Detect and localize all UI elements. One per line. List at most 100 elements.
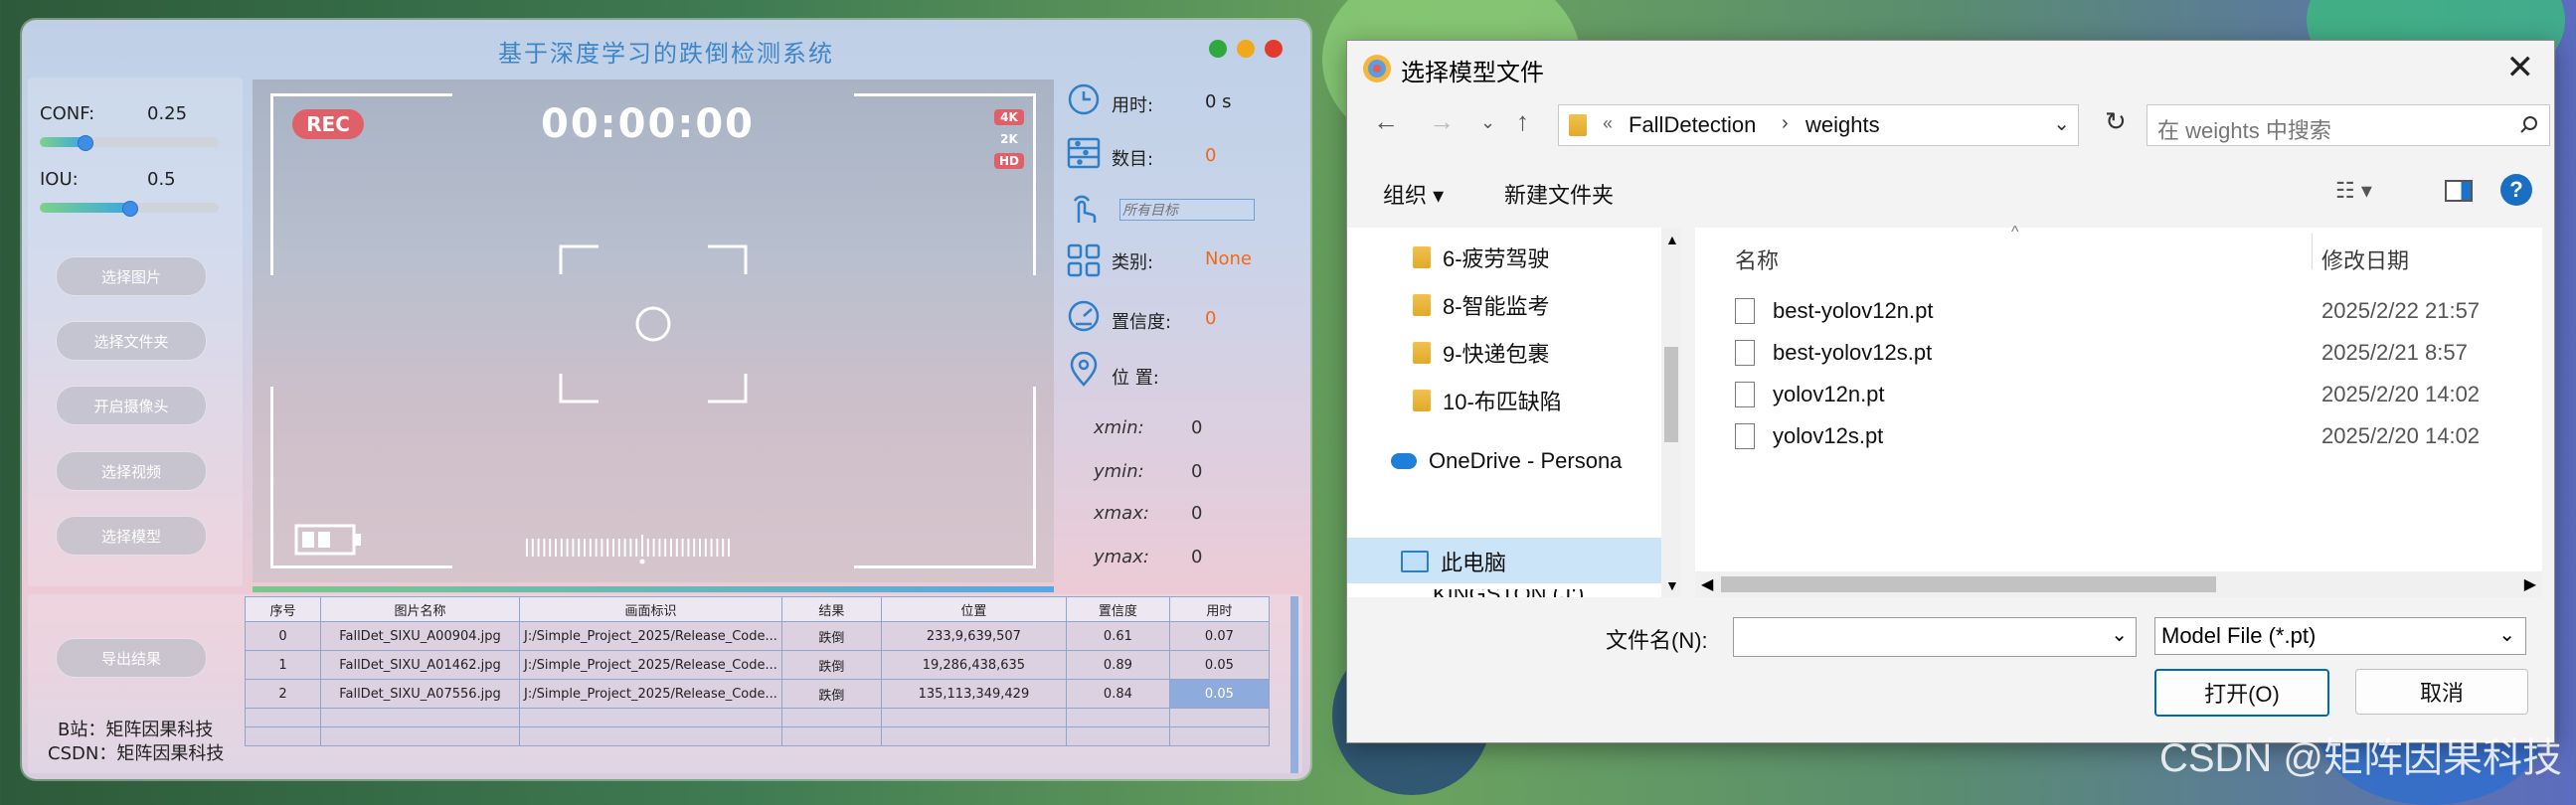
- breadcrumb-falldetection[interactable]: FallDetection: [1629, 112, 1756, 138]
- column-header-date[interactable]: 修改日期: [2321, 243, 2409, 275]
- category-icon: [1067, 243, 1101, 277]
- nav-item-label: 此电脑: [1441, 551, 1507, 575]
- table-cell: FallDet_SIXU_A00904.jpg: [320, 621, 520, 651]
- table-cell: 跌倒: [780, 679, 882, 709]
- xmax-value: 0: [1191, 503, 1203, 524]
- select-folder-button[interactable]: 选择文件夹: [56, 321, 207, 361]
- viewport-progress-bar: [253, 586, 1054, 592]
- xmin-label: xmin:: [1094, 417, 1144, 438]
- nav-item-onedrive[interactable]: OneDrive - Persona: [1391, 448, 1622, 474]
- search-icon: [2520, 116, 2537, 133]
- view-options-icon[interactable]: ☷ ▾: [2335, 178, 2372, 204]
- hscroll-thumb[interactable]: [1721, 576, 2216, 592]
- hscroll-track[interactable]: ◀ ▶: [1695, 571, 2542, 597]
- table-cell: J:/Simple_Project_2025/Release_Code...: [519, 650, 782, 680]
- cancel-button[interactable]: 取消: [2355, 669, 2528, 715]
- nav-item-folder[interactable]: 10-布匹缺陷: [1413, 385, 1562, 416]
- conf-slider[interactable]: [40, 135, 219, 151]
- table-cell: [880, 708, 1067, 727]
- table-row[interactable]: 1 FallDet_SIXU_A01462.jpg J:/Simple_Projec…: [245, 650, 1270, 680]
- table-header-cell[interactable]: 位置: [880, 596, 1067, 622]
- target-select[interactable]: [1119, 199, 1255, 221]
- hscroll-right-icon[interactable]: ▶: [2524, 574, 2536, 594]
- filename-input[interactable]: ⌄: [1733, 617, 2137, 657]
- table-cell: [1065, 726, 1170, 746]
- nav-scroll-up-icon[interactable]: ▲: [1665, 232, 1679, 247]
- dialog-close-icon[interactable]: ✕: [2506, 51, 2535, 84]
- table-header-cell[interactable]: 置信度: [1065, 596, 1170, 622]
- table-cell: 1: [245, 650, 321, 680]
- file-row[interactable]: best-yolov12n.pt 2025/2/22 21:57: [1735, 293, 2510, 329]
- new-folder-button[interactable]: 新建文件夹: [1504, 178, 1614, 210]
- close-button[interactable]: [1265, 40, 1283, 58]
- iou-slider-fill: [40, 203, 129, 213]
- table-header-cell[interactable]: 用时: [1168, 596, 1270, 622]
- table-header-cell[interactable]: 画面标识: [519, 596, 782, 622]
- open-camera-button[interactable]: 开启摄像头: [56, 386, 207, 425]
- res-badge-hd: HD: [994, 153, 1024, 169]
- address-bar[interactable]: « FallDetection › weights ⌄: [1558, 104, 2079, 146]
- select-video-button[interactable]: 选择视频: [56, 451, 207, 491]
- nav-item-folder[interactable]: 6-疲劳驾驶: [1413, 242, 1550, 273]
- table-cell: 2: [245, 679, 321, 709]
- maximize-button[interactable]: [1237, 40, 1255, 58]
- select-model-button[interactable]: 选择模型: [56, 516, 207, 556]
- record-timer: 00:00:00: [541, 101, 755, 147]
- results-table: 序号 图片名称 画面标识 结果 位置 置信度 用时 0 FallDet_SIXU_A00904…: [245, 596, 1270, 746]
- breadcrumb-weights[interactable]: weights: [1805, 112, 1880, 138]
- file-row[interactable]: yolov12s.pt 2025/2/20 14:02: [1735, 418, 2510, 454]
- nav-item-folder[interactable]: 8-智能监考: [1413, 289, 1550, 321]
- nav-item-this-pc[interactable]: 此电脑: [1401, 546, 1506, 577]
- open-button[interactable]: 打开(O): [2154, 669, 2329, 717]
- nav-item-label: 10-布匹缺陷: [1443, 390, 1562, 414]
- table-header-cell[interactable]: 序号: [245, 596, 321, 622]
- nav-scroll-down-icon[interactable]: ▼: [1665, 577, 1679, 593]
- minimize-button[interactable]: [1209, 40, 1227, 58]
- export-results-button[interactable]: 导出结果: [56, 638, 207, 678]
- file-icon: [1735, 382, 1755, 407]
- table-cell: J:/Simple_Project_2025/Release_Code...: [519, 621, 782, 651]
- breadcrumb-overflow[interactable]: «: [1603, 113, 1613, 134]
- help-icon[interactable]: ?: [2500, 174, 2532, 206]
- up-arrow-icon[interactable]: ↑: [1516, 106, 1529, 137]
- nav-scrollbar[interactable]: ▲ ▼: [1661, 228, 1681, 597]
- forward-arrow-icon[interactable]: →: [1429, 106, 1455, 137]
- table-cell: [519, 708, 782, 727]
- nav-item-label: 6-疲劳驾驶: [1443, 246, 1550, 271]
- file-type-filter[interactable]: Model File (*.pt) ⌄: [2154, 617, 2526, 655]
- hscroll-left-icon[interactable]: ◀: [1701, 574, 1713, 594]
- nav-scroll-thumb[interactable]: [1664, 347, 1678, 442]
- table-header-cell[interactable]: 图片名称: [320, 596, 520, 622]
- gauge-icon: [1068, 300, 1100, 332]
- back-arrow-icon[interactable]: ←: [1373, 106, 1399, 137]
- table-scrollbar[interactable]: [1290, 596, 1298, 773]
- position-label: 位 置:: [1112, 368, 1159, 389]
- table-row[interactable]: 2 FallDet_SIXU_A07556.jpg J:/Simple_Projec…: [245, 679, 1270, 709]
- column-header-name[interactable]: 名称: [1735, 243, 1779, 275]
- table-row[interactable]: [245, 726, 1270, 746]
- iou-slider-handle[interactable]: [122, 201, 138, 217]
- nav-item-kingston[interactable]: KINGSTON (J:): [1433, 589, 1584, 597]
- organize-menu[interactable]: 组织 ▾: [1383, 178, 1444, 210]
- table-header-cell[interactable]: 结果: [780, 596, 882, 622]
- table-row[interactable]: 0 FallDet_SIXU_A00904.jpg J:/Simple_Projec…: [245, 621, 1270, 651]
- preview-pane-icon[interactable]: [2445, 180, 2473, 202]
- app-title: 基于深度学习的跌倒检测系统: [498, 40, 834, 68]
- select-image-button[interactable]: 选择图片: [56, 256, 207, 296]
- recent-dropdown-icon[interactable]: ⌄: [1480, 112, 1495, 133]
- iou-slider[interactable]: [40, 201, 219, 217]
- filename-dropdown-icon[interactable]: ⌄: [2111, 622, 2128, 647]
- refresh-icon[interactable]: ↻: [2105, 106, 2127, 137]
- focus-reticle-icon: [559, 244, 748, 403]
- nav-item-folder[interactable]: 9-快递包裹: [1413, 337, 1550, 369]
- xmin-value: 0: [1191, 417, 1203, 438]
- address-dropdown-icon[interactable]: ⌄: [2053, 111, 2070, 136]
- table-row[interactable]: [245, 708, 1270, 727]
- search-box[interactable]: 在 weights 中搜索: [2147, 104, 2550, 146]
- file-row[interactable]: best-yolov12s.pt 2025/2/21 8:57: [1735, 335, 2510, 371]
- filter-dropdown-icon[interactable]: ⌄: [2498, 622, 2515, 647]
- table-cell: J:/Simple_Project_2025/Release_Code...: [519, 679, 782, 709]
- conf-value: 0.25: [147, 103, 188, 124]
- conf-slider-handle[interactable]: [78, 135, 93, 151]
- file-row[interactable]: yolov12n.pt 2025/2/20 14:02: [1735, 377, 2510, 412]
